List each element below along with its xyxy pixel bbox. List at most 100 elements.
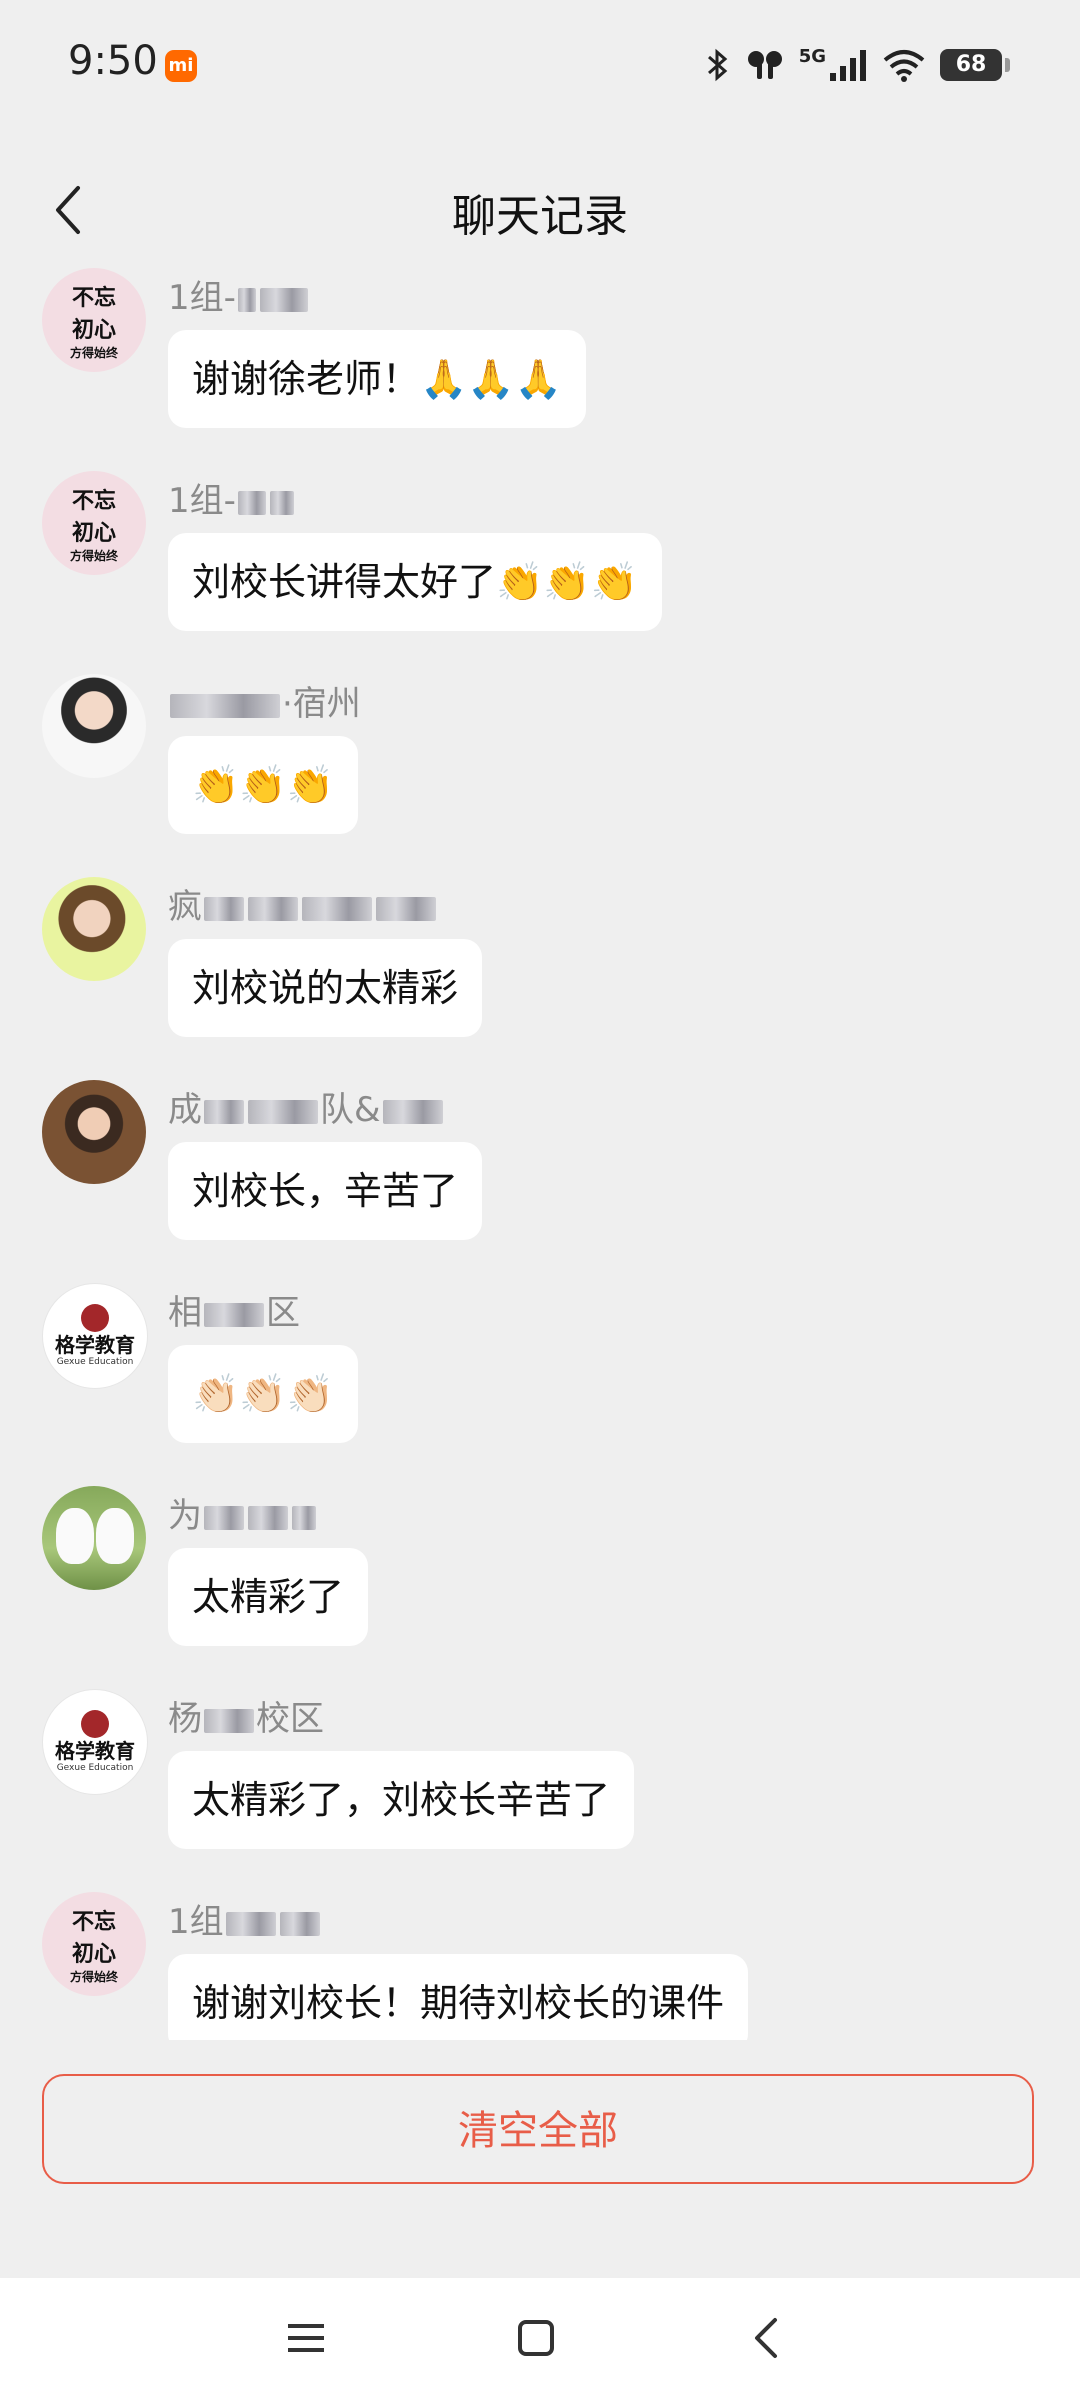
avatar[interactable]: 格学教育 Gexue Education — [42, 1689, 148, 1795]
status-icons: 5G 68 — [703, 40, 1010, 90]
sender-name-text: 1组 — [168, 1902, 224, 1942]
redacted-block — [279, 1911, 320, 1936]
redacted-block — [170, 693, 280, 718]
avatar-calligraphy-text: 初心 — [71, 316, 116, 343]
sender-name: 1组 — [168, 1894, 322, 1943]
redacted-block — [248, 1505, 288, 1530]
redacted-block — [204, 1505, 244, 1530]
avatar-calligraphy-text: 不忘 — [71, 1908, 116, 1935]
message-bubble: 太精彩了，刘校长辛苦了 — [168, 1751, 635, 1849]
sender-name-text: 校区 — [256, 1699, 324, 1739]
avatar-calligraphy-text: 初心 — [71, 519, 116, 546]
redacted-block — [376, 896, 436, 921]
mi-app-icon: mi — [165, 50, 197, 82]
avatar-calligraphy-text: 不忘 — [71, 487, 116, 514]
message-bubble: 刘校长讲得太好了👏👏👏 — [168, 533, 662, 631]
home-button[interactable] — [506, 2308, 566, 2368]
message-bubble: 刘校说的太精彩 — [168, 939, 483, 1037]
sender-name-text: 相 — [168, 1293, 202, 1333]
bluetooth-icon — [707, 48, 727, 82]
redacted-block — [302, 896, 372, 921]
dog-image — [96, 1508, 134, 1564]
sender-name-text: 1组- — [168, 278, 236, 318]
redacted-block — [204, 1099, 244, 1124]
redacted-block — [204, 1708, 254, 1733]
avatar-calligraphy-text: 不忘 — [71, 284, 116, 311]
network-type-label: 5G — [798, 45, 826, 67]
sender-name: 为 — [168, 1488, 318, 1537]
sender-name: 1组- — [168, 270, 310, 319]
sender-name-text: 区 — [266, 1293, 300, 1333]
sender-name: 1组- — [168, 473, 296, 522]
page-title: 聊天记录 — [452, 191, 628, 242]
redacted-block — [225, 1911, 276, 1936]
sender-name: 杨 校区 — [168, 1691, 324, 1740]
list-item[interactable]: 为 太精彩了 — [0, 1486, 1080, 1689]
sender-name-text: ·宿州 — [282, 684, 361, 724]
sender-name: 疯 — [168, 879, 438, 928]
earbuds-icon — [747, 51, 782, 79]
avatar[interactable]: 不忘 初心 方得始终 — [42, 268, 146, 372]
avatar[interactable]: 不忘 初心 方得始终 — [42, 1892, 146, 1996]
list-item[interactable]: ·宿州 👏👏👏 — [0, 674, 1080, 877]
redacted-block — [204, 1302, 264, 1327]
avatar-logo-text: Gexue Education — [56, 1357, 134, 1367]
home-icon — [518, 2320, 554, 2356]
avatar[interactable] — [42, 1080, 146, 1184]
sender-name: ·宿州 — [168, 676, 361, 725]
list-item[interactable]: 成 队& 刘校长，辛苦了 — [0, 1080, 1080, 1283]
list-item[interactable]: 不忘 初心 方得始终 1组- 谢谢徐老师！🙏🙏🙏 — [0, 268, 1080, 471]
redacted-block — [259, 287, 308, 312]
list-item[interactable]: 不忘 初心 方得始终 1组- 刘校长讲得太好了👏👏👏 — [0, 471, 1080, 674]
redacted-block — [382, 1099, 443, 1124]
message-bubble: 刘校长，辛苦了 — [168, 1142, 483, 1240]
avatar[interactable]: 格学教育 Gexue Education — [42, 1283, 148, 1389]
clear-all-button[interactable]: 清空全部 — [42, 2074, 1034, 2184]
system-nav-bar — [0, 2278, 1080, 2400]
battery-icon: 68 — [940, 49, 1010, 81]
sender-name-text: 为 — [168, 1496, 202, 1536]
sender-name-text: 1组- — [168, 481, 236, 521]
list-item[interactable]: 格学教育 Gexue Education 相区 👏🏻👏🏻👏🏻 — [0, 1283, 1080, 1486]
sender-name-text: 成 — [168, 1090, 202, 1130]
list-item[interactable]: 疯 刘校说的太精彩 — [0, 877, 1080, 1080]
list-item[interactable]: 格学教育 Gexue Education 杨 校区 太精彩了，刘校长辛苦了 — [0, 1689, 1080, 1892]
back-icon — [755, 2318, 777, 2358]
header: 聊天记录 — [0, 150, 1080, 270]
redacted-block — [237, 490, 266, 515]
list-item[interactable]: 不忘 初心 方得始终 1组 谢谢刘校长！期待刘校长的课件 — [0, 1892, 1080, 2040]
redacted-block — [248, 896, 298, 921]
sender-name-text: 疯 — [168, 887, 202, 927]
avatar[interactable]: 不忘 初心 方得始终 — [42, 471, 146, 575]
avatar-calligraphy-text: 方得始终 — [69, 1969, 118, 1984]
avatar-logo-text: Gexue Education — [56, 1763, 134, 1773]
sender-name: 成 队& — [168, 1082, 445, 1131]
redacted-block — [292, 1505, 316, 1530]
system-back-button[interactable] — [736, 2308, 796, 2368]
avatar-logo-text: 格学教育 — [55, 1333, 135, 1357]
avatar[interactable] — [42, 877, 146, 981]
redacted-block — [248, 1099, 318, 1124]
status-bar: 9:50 mi 5G 68 — [0, 0, 1080, 130]
avatar-calligraphy-text: 初心 — [71, 1940, 116, 1967]
message-bubble: 👏👏👏 — [168, 736, 358, 834]
sender-name: 相区 — [168, 1285, 300, 1334]
chat-history-list[interactable]: 不忘 初心 方得始终 1组- 谢谢徐老师！🙏🙏🙏 不忘 初心 方得始终 1组- … — [0, 268, 1080, 2040]
seal-icon — [81, 1304, 109, 1332]
status-time: 9:50 — [68, 38, 158, 84]
avatar[interactable] — [42, 674, 146, 778]
message-bubble: 谢谢徐老师！🙏🙏🙏 — [168, 330, 586, 428]
seal-icon — [81, 1710, 109, 1738]
menu-button[interactable] — [276, 2308, 336, 2368]
redacted-block — [204, 896, 244, 921]
sender-name-text: 杨 — [168, 1699, 202, 1739]
message-bubble: 谢谢刘校长！期待刘校长的课件 — [168, 1954, 749, 2040]
redacted-block — [237, 287, 256, 312]
message-bubble: 太精彩了 — [168, 1548, 369, 1646]
avatar-calligraphy-text: 方得始终 — [69, 345, 118, 360]
sender-name-text: 队& — [320, 1090, 381, 1130]
menu-icon — [288, 2324, 324, 2352]
redacted-block — [269, 490, 294, 515]
dog-image — [56, 1508, 94, 1564]
avatar[interactable] — [42, 1486, 146, 1590]
